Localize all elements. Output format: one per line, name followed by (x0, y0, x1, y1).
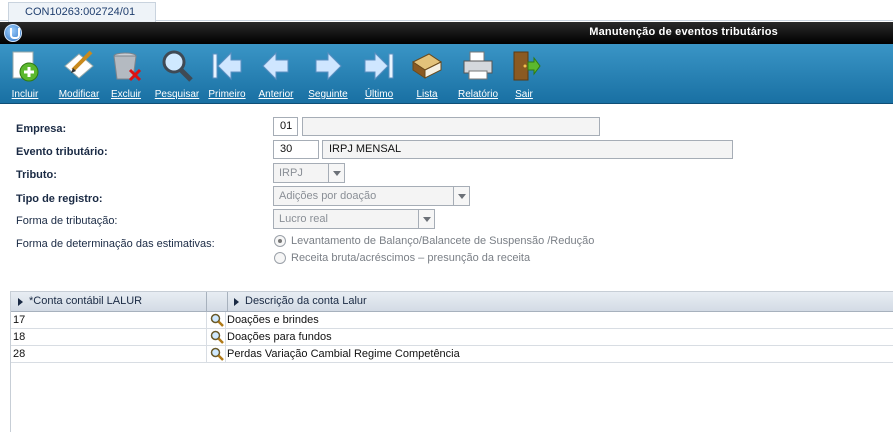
edit-doc-icon (64, 50, 94, 79)
excluir-label: Excluir (110, 89, 141, 100)
forma-tributacao-select[interactable]: Lucro real (273, 209, 435, 229)
lookup-button[interactable] (206, 312, 226, 329)
empresa-code-field[interactable]: 01 (273, 117, 298, 136)
magnifier-icon (210, 347, 224, 361)
ultimo-label: Último (364, 89, 394, 100)
window-title: Manutenção de eventos tributários (589, 26, 778, 38)
first-arrow-icon (212, 51, 242, 81)
magnifier-icon (210, 313, 224, 327)
title-bar: Manutenção de eventos tributários (0, 22, 893, 44)
forma-tributacao-value: Lucro real (279, 213, 328, 225)
forma-tributacao-label: Forma de tributação: (16, 215, 118, 227)
estimativas-option-1-label: Levantamento de Balanço/Balancete de Sus… (291, 235, 595, 247)
chevron-down-icon[interactable] (328, 164, 344, 182)
evento-code-field[interactable]: 30 (273, 140, 319, 159)
magnifier-icon (162, 50, 193, 82)
grid-header: *Conta contábil LALUR Descrição da conta… (11, 292, 893, 312)
sair-button[interactable]: Sair (499, 48, 549, 102)
lookup-button[interactable] (206, 329, 226, 346)
lista-label: Lista (416, 89, 438, 100)
cell-conta[interactable]: 17 (13, 312, 205, 329)
estimativas-option-2-label: Receita bruta/acréscimos – presunção da … (291, 252, 531, 264)
evento-name-field: IRPJ MENSAL (322, 140, 733, 159)
ultimo-button[interactable]: Último (354, 48, 404, 102)
modificar-button[interactable]: Modificar (54, 48, 104, 102)
seguinte-button[interactable]: Seguinte (303, 48, 353, 102)
primeiro-button[interactable]: Primeiro (202, 48, 252, 102)
tributo-value: IRPJ (279, 167, 303, 179)
tab-strip: CON10263:002724/01 (0, 0, 893, 22)
lalur-grid: *Conta contábil LALUR Descrição da conta… (10, 291, 893, 432)
modificar-label: Modificar (58, 89, 100, 100)
tributo-select[interactable]: IRPJ (273, 163, 345, 183)
lookup-button[interactable] (206, 346, 226, 363)
radio-button[interactable] (274, 252, 286, 265)
exit-door-icon (513, 51, 541, 81)
anterior-label: Anterior (258, 89, 294, 100)
printer-icon (463, 51, 493, 80)
book-icon (412, 53, 442, 79)
app-logo-icon (4, 24, 22, 42)
incluir-label: Incluir (11, 89, 39, 100)
cell-descricao: Perdas Variação Cambial Regime Competênc… (227, 348, 460, 360)
pesquisar-label: Pesquisar (154, 89, 200, 100)
incluir-button[interactable]: Incluir (0, 48, 50, 102)
primeiro-label: Primeiro (208, 89, 246, 100)
column-header-conta[interactable]: *Conta contábil LALUR (11, 292, 206, 312)
seguinte-label: Seguinte (308, 89, 348, 100)
cell-descricao: Doações para fundos (227, 331, 332, 343)
last-arrow-icon (364, 51, 394, 81)
toolbar: Incluir Modificar Excluir Pesquisar Prim… (0, 44, 893, 104)
anterior-button[interactable]: Anterior (251, 48, 301, 102)
sair-label: Sair (515, 89, 533, 100)
magnifier-icon (210, 330, 224, 344)
relatorio-button[interactable]: Relatório (453, 48, 503, 102)
next-arrow-icon (315, 51, 342, 81)
forma-estimativas-label: Forma de determinação das estimativas: (16, 238, 215, 250)
cell-descricao: Doações e brindes (227, 314, 319, 326)
estimativas-option-2[interactable]: Receita bruta/acréscimos – presunção da … (274, 252, 531, 265)
tipo-registro-select[interactable]: Adições por doação (273, 186, 470, 206)
evento-label: Evento tributário: (16, 146, 108, 158)
tipo-registro-label: Tipo de registro: (16, 193, 103, 205)
relatorio-label: Relatório (457, 89, 499, 100)
tab-program[interactable]: CON10263:002724/01 (8, 2, 156, 22)
trash-icon (113, 52, 142, 82)
estimativas-option-1[interactable]: Levantamento de Balanço/Balancete de Sus… (274, 235, 595, 248)
table-row[interactable]: 18 Doações para fundos (11, 329, 893, 346)
column-header-descricao[interactable]: Descrição da conta Lalur (227, 292, 893, 312)
table-row[interactable]: 17 Doações e brindes (11, 312, 893, 329)
lista-button[interactable]: Lista (402, 48, 452, 102)
cell-conta[interactable]: 28 (13, 346, 205, 363)
column-divider (206, 292, 207, 312)
pesquisar-button[interactable]: Pesquisar (152, 48, 202, 102)
prev-arrow-icon (262, 51, 289, 81)
radio-button[interactable] (274, 235, 286, 248)
table-row[interactable]: 28 Perdas Variação Cambial Regime Compet… (11, 346, 893, 363)
add-doc-icon (12, 51, 39, 82)
chevron-down-icon[interactable] (453, 187, 469, 205)
cell-conta[interactable]: 18 (13, 329, 205, 346)
tributo-label: Tributo: (16, 169, 57, 181)
excluir-button[interactable]: Excluir (101, 48, 151, 102)
chevron-down-icon[interactable] (418, 210, 434, 228)
empresa-name-field (302, 117, 600, 136)
form-panel: Empresa: 01 Evento tributário: 30 IRPJ M… (0, 105, 893, 291)
tipo-registro-value: Adições por doação (279, 190, 377, 202)
empresa-label: Empresa: (16, 123, 67, 135)
